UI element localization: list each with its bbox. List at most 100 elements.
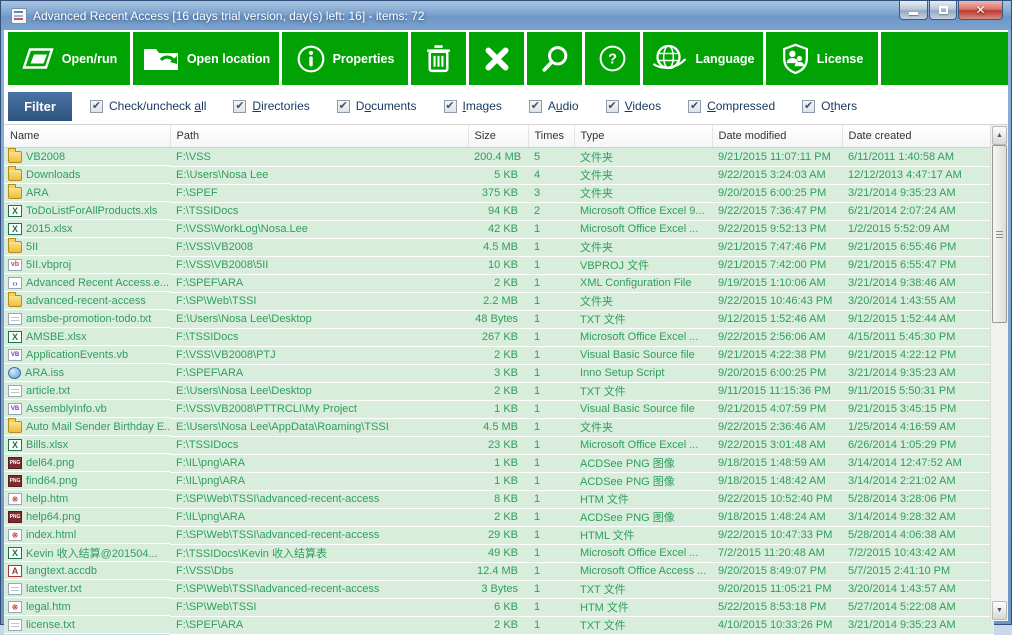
table-row[interactable]: Auto Mail Sender Birthday E...E:\Users\N… [4, 418, 994, 436]
filter-checkbox-audio[interactable]: ✔Audio [529, 99, 579, 113]
cell-created: 7/2/2015 10:43:42 AM [842, 544, 994, 562]
checkbox-checked-icon[interactable]: ✔ [233, 100, 246, 113]
scroll-down-arrow-icon[interactable]: ▼ [992, 601, 1007, 620]
cell-path: F:\VSS\WorkLog\Nosa.Lee [170, 220, 468, 238]
text-icon [8, 583, 22, 595]
table-row[interactable]: AMSBE.xlsxF:\TSSIDocs267 KB1Microsoft Of… [4, 328, 994, 346]
delete-button[interactable] [411, 32, 466, 85]
table-row[interactable]: DownloadsE:\Users\Nosa Lee5 KB4文件夹9/22/2… [4, 166, 994, 184]
checkbox-checked-icon[interactable]: ✔ [529, 100, 542, 113]
checkbox-checked-icon[interactable]: ✔ [444, 100, 457, 113]
cell-path: F:\TSSIDocs [170, 436, 468, 454]
table-row[interactable]: Advanced Recent Access.e...F:\SPEF\ARA2 … [4, 274, 994, 292]
table-row[interactable]: VB2008F:\VSS200.4 MB5文件夹9/21/2015 11:07:… [4, 148, 994, 167]
table-row[interactable]: help.htmF:\SP\Web\TSSI\advanced-recent-a… [4, 490, 994, 508]
table-row[interactable]: del64.pngF:\IL\png\ARA1 KB1ACDSee PNG 图像… [4, 454, 994, 472]
table-row[interactable]: license.txtF:\SPEF\ARA2 KB1TXT 文件4/10/20… [4, 616, 994, 634]
cell-created: 9/21/2015 6:55:47 PM [842, 256, 994, 274]
cell-times: 3 [528, 184, 574, 202]
checkbox-checked-icon[interactable]: ✔ [90, 100, 103, 113]
file-name: article.txt [26, 385, 70, 397]
checkbox-checked-icon[interactable]: ✔ [606, 100, 619, 113]
cell-size: 3 Bytes [468, 580, 528, 598]
table-row[interactable]: legal.htmF:\SP\Web\TSSI6 KB1HTM 文件5/22/2… [4, 598, 994, 616]
table-row[interactable]: ARAF:\SPEF375 KB3文件夹9/20/2015 6:00:25 PM… [4, 184, 994, 202]
cell-times: 1 [528, 310, 574, 328]
table-row[interactable]: 5II.vbprojF:\VSS\VB2008\5II10 KB1VBPROJ … [4, 256, 994, 274]
checkbox-checked-icon[interactable]: ✔ [688, 100, 701, 113]
cell-size: 2 KB [468, 274, 528, 292]
table-row[interactable]: ToDoListForAllProducts.xlsF:\TSSIDocs94 … [4, 202, 994, 220]
column-header-type[interactable]: Type [574, 125, 712, 148]
cell-times: 1 [528, 256, 574, 274]
table-row[interactable]: index.htmlF:\SP\Web\TSSI\advanced-recent… [4, 526, 994, 544]
close-button[interactable]: ✕ [958, 1, 1003, 20]
file-name: legal.htm [26, 601, 71, 613]
column-header-times[interactable]: Times [528, 125, 574, 148]
vertical-scrollbar[interactable]: ▲ ▼ [990, 125, 1008, 621]
cell-name: 5II.vbproj [4, 256, 170, 274]
table-row[interactable]: find64.pngF:\IL\png\ARA1 KB1ACDSee PNG 图… [4, 472, 994, 490]
column-header-name[interactable]: Name [4, 125, 170, 148]
table-row[interactable]: advanced-recent-accessF:\SP\Web\TSSI2.2 … [4, 292, 994, 310]
table-row[interactable]: AssemblyInfo.vbF:\VSS\VB2008\PTTRCLI\My … [4, 400, 994, 418]
cell-modified: 9/18/2015 1:48:42 AM [712, 472, 842, 490]
table-row[interactable]: article.txtE:\Users\Nosa Lee\Desktop2 KB… [4, 382, 994, 400]
cell-modified: 9/21/2015 7:47:46 PM [712, 238, 842, 256]
table-row[interactable]: ARA.issF:\SPEF\ARA3 KB1Inno Setup Script… [4, 364, 994, 382]
column-header-size[interactable]: Size [468, 125, 528, 148]
table-row[interactable]: Kevin 收入结算@201504...F:\TSSIDocs\Kevin 收入… [4, 544, 994, 562]
filter-checkbox-others[interactable]: ✔Others [802, 99, 857, 113]
maximize-button[interactable] [929, 1, 957, 20]
language-button[interactable]: Language [643, 32, 763, 85]
table-row[interactable]: 2015.xlsxF:\VSS\WorkLog\Nosa.Lee42 KB1Mi… [4, 220, 994, 238]
app-window: Advanced Recent Access [16 days trial ve… [0, 0, 1012, 625]
filter-checkbox-check-uncheck-all[interactable]: ✔Check/uncheck all [90, 99, 206, 113]
clear-button[interactable] [469, 32, 524, 85]
table-row[interactable]: latestver.txtF:\SP\Web\TSSI\advanced-rec… [4, 580, 994, 598]
table-row[interactable]: langtext.accdbF:\VSS\Dbs12.4 MB1Microsof… [4, 562, 994, 580]
table-row[interactable]: Bills.xlsxF:\TSSIDocs23 KB1Microsoft Off… [4, 436, 994, 454]
file-name: Advanced Recent Access.e... [26, 277, 169, 289]
minimize-button[interactable] [899, 1, 928, 20]
column-header-path[interactable]: Path [170, 125, 468, 148]
cell-path: E:\Users\Nosa Lee\AppData\Roaming\TSSI [170, 418, 468, 436]
scroll-up-arrow-icon[interactable]: ▲ [992, 126, 1007, 145]
cell-created: 3/20/2014 1:43:55 AM [842, 292, 994, 310]
search-button[interactable] [527, 32, 582, 85]
column-header-date-modified[interactable]: Date modified [712, 125, 842, 148]
table-row[interactable]: ApplicationEvents.vbF:\VSS\VB2008\PTJ2 K… [4, 346, 994, 364]
checkbox-checked-icon[interactable]: ✔ [802, 100, 815, 113]
open-location-button[interactable]: Open location [133, 32, 279, 85]
cell-type: 文件夹 [574, 148, 712, 167]
filter-checkbox-compressed[interactable]: ✔Compressed [688, 99, 775, 113]
scrollbar-thumb[interactable] [992, 145, 1007, 323]
cell-created: 9/12/2015 1:52:44 AM [842, 310, 994, 328]
cell-modified: 7/2/2015 11:20:48 AM [712, 544, 842, 562]
help-button[interactable]: ? [585, 32, 640, 85]
filter-checkbox-documents[interactable]: ✔Documents [337, 99, 417, 113]
table-row[interactable]: help64.pngF:\IL\png\ARA2 KB1ACDSee PNG 图… [4, 508, 994, 526]
cell-size: 1 KB [468, 400, 528, 418]
filter-tab[interactable]: Filter [8, 92, 72, 121]
filter-checkbox-images[interactable]: ✔Images [444, 99, 502, 113]
folder-icon [8, 295, 22, 307]
open-run-button[interactable]: Open/run [8, 32, 130, 85]
file-name: del64.png [26, 457, 74, 469]
filter-checkbox-directories[interactable]: ✔Directories [233, 99, 309, 113]
filter-checkbox-videos[interactable]: ✔Videos [606, 99, 661, 113]
table-row[interactable]: 5IIF:\VSS\VB20084.5 MB1文件夹9/21/2015 7:47… [4, 238, 994, 256]
cell-modified: 9/22/2015 9:52:13 PM [712, 220, 842, 238]
properties-button[interactable]: Properties [282, 32, 408, 85]
cell-name: ApplicationEvents.vb [4, 346, 170, 364]
cell-type: XML Configuration File [574, 274, 712, 292]
window-controls: ✕ [898, 1, 1003, 20]
cell-times: 1 [528, 364, 574, 382]
cell-type: Microsoft Office Excel ... [574, 220, 712, 238]
column-header-date-created[interactable]: Date created [842, 125, 994, 148]
table-row[interactable]: amsbe-promotion-todo.txtE:\Users\Nosa Le… [4, 310, 994, 328]
file-name: 2015.xlsx [26, 223, 72, 235]
license-button[interactable]: License [766, 32, 878, 85]
cell-modified: 9/18/2015 1:48:59 AM [712, 454, 842, 472]
checkbox-checked-icon[interactable]: ✔ [337, 100, 350, 113]
